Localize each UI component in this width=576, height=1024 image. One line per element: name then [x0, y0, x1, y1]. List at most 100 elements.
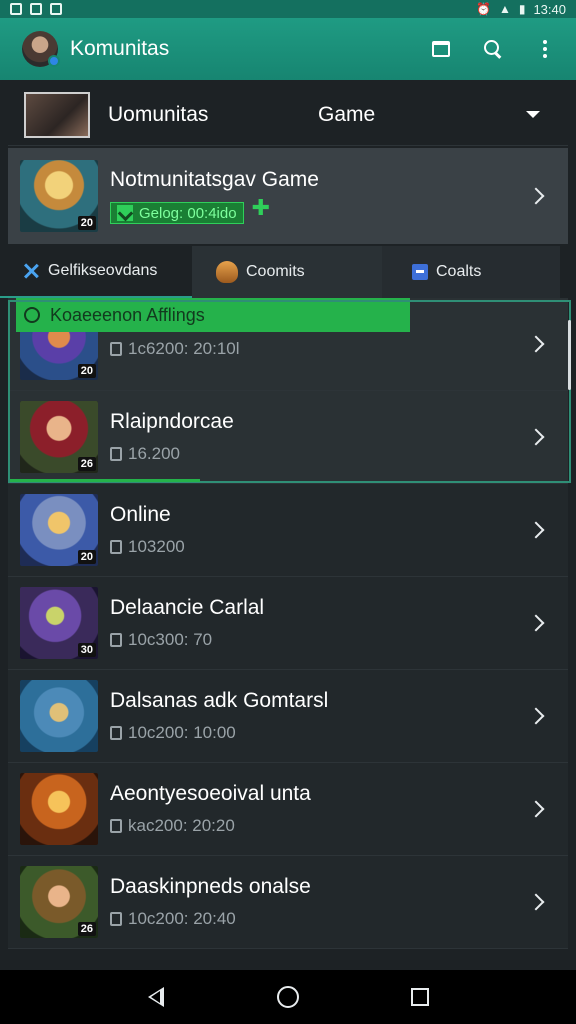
app-actions — [428, 36, 558, 62]
featured-game-info: Notmunitatsgav Game Gelog: 00:4ido ✚ — [110, 168, 530, 224]
chevron-right-icon — [527, 428, 545, 446]
list-item-meta: kac200: 20:20 — [110, 816, 530, 836]
check-icon — [117, 205, 133, 221]
list-item-info: 1c6200: 20:10l — [110, 329, 530, 359]
community-selector[interactable]: Uomunitas Game — [8, 84, 568, 146]
level-badge: 30 — [77, 643, 96, 657]
list-item-meta-text: 10c200: 10:00 — [128, 723, 236, 742]
list-item-meta: 10c200: 10:00 — [110, 723, 530, 743]
store-icon — [432, 41, 450, 57]
back-icon — [148, 987, 164, 1007]
hourglass-icon — [110, 819, 122, 833]
status-time: 13:40 — [533, 1, 566, 17]
game-thumbnail — [20, 773, 98, 845]
square-icon — [412, 264, 428, 280]
list-item-meta-text: 1c6200: 20:10l — [128, 339, 240, 358]
list-item-info: Delaancie Carlal 10c300: 70 — [110, 596, 530, 650]
list-item[interactable]: 20 Online 103200 — [8, 484, 568, 577]
add-icon[interactable]: ✚ — [252, 197, 270, 219]
list-item-title: Dalsanas adk Gomtarsl — [110, 689, 329, 712]
list-item-info: Daaskinpneds onalse 10c200: 20:40 — [110, 875, 530, 929]
chevron-right-icon — [527, 614, 545, 632]
crossed-swords-icon — [22, 262, 40, 280]
badge-icon — [24, 307, 40, 323]
status-bar: ⏰ ▲ ▮ 13:40 — [0, 0, 576, 18]
level-badge: 26 — [77, 457, 96, 471]
status-icons-right: ⏰ ▲ ▮ 13:40 — [476, 2, 566, 17]
profile-avatar[interactable] — [22, 31, 60, 67]
community-title: Uomunitas — [108, 102, 209, 126]
app-title: Komunitas — [70, 37, 170, 60]
helmet-icon — [216, 261, 238, 283]
back-button[interactable] — [136, 977, 176, 1017]
tab-label: Coalts — [436, 263, 482, 280]
chevron-right-icon — [527, 521, 545, 539]
featured-game-thumbnail: 20 — [20, 160, 98, 232]
notification-icon — [50, 3, 62, 15]
list-item[interactable]: 30 Delaancie Carlal 10c300: 70 — [8, 577, 568, 670]
tab-gelfikseovdans[interactable]: Gelfikseovdans — [0, 246, 192, 298]
tab-coalts[interactable]: Coalts — [382, 246, 560, 298]
game-thumbnail — [20, 680, 98, 752]
tab-coomits[interactable]: Coomits — [192, 246, 382, 298]
home-button[interactable] — [268, 977, 308, 1017]
more-options-button[interactable] — [532, 36, 558, 62]
app-bar: Komunitas — [0, 18, 576, 80]
featured-game-tag: Gelog: 00:4ido — [110, 202, 244, 224]
progress-bar — [10, 479, 200, 482]
system-nav-bar — [0, 970, 576, 1024]
highlight-banner-label: Koaeeenon Afflings — [50, 304, 205, 325]
status-icons-left — [10, 3, 62, 15]
list-item-meta-text: kac200: 20:20 — [128, 816, 235, 835]
game-thumbnail: 26 — [20, 866, 98, 938]
list-item[interactable]: Aeontyesoeoival unta kac200: 20:20 — [8, 763, 568, 856]
list-item[interactable]: 26 Daaskinpneds onalse 10c200: 20:40 — [8, 856, 568, 949]
list-item[interactable]: Dalsanas adk Gomtarsl 10c200: 10:00 — [8, 670, 568, 763]
scrollbar[interactable] — [568, 320, 571, 390]
recents-icon — [411, 988, 429, 1006]
highlight-banner[interactable]: Koaeeenon Afflings — [16, 298, 410, 332]
list-item-meta-text: 103200 — [128, 537, 185, 556]
signal-icon: ▲ — [498, 2, 511, 16]
level-badge: 20 — [77, 364, 96, 378]
hourglass-icon — [110, 726, 122, 740]
list-item-title: Daaskinpneds onalse — [110, 875, 311, 898]
list-item-meta-text: 16.200 — [128, 444, 180, 463]
tab-label: Gelfikseovdans — [48, 262, 158, 279]
chevron-right-icon — [527, 707, 545, 725]
notification-icon — [30, 3, 42, 15]
level-badge: 26 — [77, 922, 96, 936]
tab-bar: Gelfikseovdans Coomits Coalts — [0, 246, 576, 298]
community-category: Game — [318, 102, 376, 126]
list-item-meta: 103200 — [110, 537, 530, 557]
list-item-title: Delaancie Carlal — [110, 596, 265, 619]
notification-icon — [10, 3, 22, 15]
recents-button[interactable] — [400, 977, 440, 1017]
community-avatar — [24, 91, 90, 138]
list-item-meta: 10c300: 70 — [110, 630, 530, 650]
chevron-down-icon[interactable] — [526, 111, 540, 118]
list-item-info: Dalsanas adk Gomtarsl 10c200: 10:00 — [110, 689, 530, 743]
game-thumbnail: 26 — [20, 401, 98, 473]
featured-game-card[interactable]: 20 Notmunitatsgav Game Gelog: 00:4ido ✚ — [8, 148, 568, 244]
store-button[interactable] — [428, 36, 454, 62]
list-item-meta-text: 10c200: 20:40 — [128, 909, 236, 928]
list-item-meta: 10c200: 20:40 — [110, 909, 530, 929]
home-icon — [277, 986, 299, 1008]
more-vert-icon — [543, 40, 547, 58]
chevron-right-icon — [527, 893, 545, 911]
game-thumbnail: 30 — [20, 587, 98, 659]
search-icon — [484, 40, 502, 58]
alarm-icon: ⏰ — [476, 2, 491, 16]
hourglass-icon — [110, 912, 122, 926]
online-indicator — [48, 55, 60, 67]
list-item-meta-text: 10c300: 70 — [128, 630, 213, 649]
list-item-meta: 16.200 — [110, 444, 530, 464]
list-item-info: Aeontyesoeoival unta kac200: 20:20 — [110, 782, 530, 836]
list-item-info: Rlaipndorcae 16.200 — [110, 410, 530, 464]
search-button[interactable] — [480, 36, 506, 62]
game-thumbnail: 20 — [20, 494, 98, 566]
list-item[interactable]: 20 1c6200: 20:10l Koaeeenon Afflings — [8, 298, 568, 391]
list-item-title: Aeontyesoeoival unta — [110, 782, 311, 805]
list-item[interactable]: 26 Rlaipndorcae 16.200 — [8, 391, 568, 484]
